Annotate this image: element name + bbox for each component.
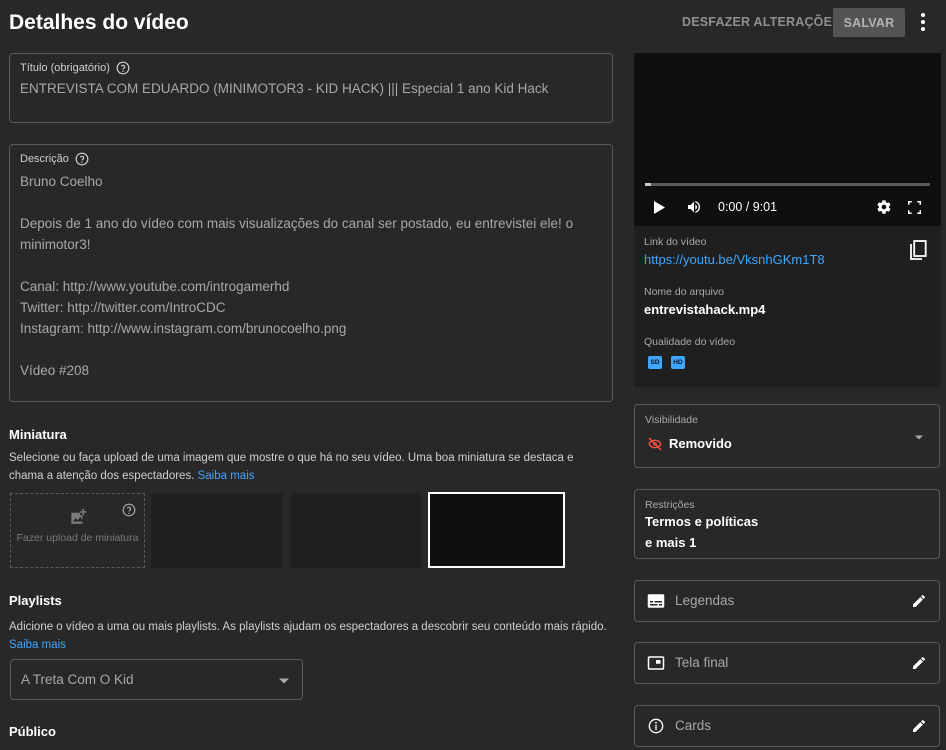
restrictions-label: Restrições: [645, 499, 695, 511]
title-field-label: Título (obrigatório): [20, 62, 110, 74]
visibility-value: Removido: [669, 436, 732, 451]
video-link-label: Link do vídeo: [644, 236, 707, 248]
add-photo-icon: [71, 508, 87, 524]
playlist-select-value: A Treta Com O Kid: [21, 672, 134, 687]
playlists-title: Playlists: [9, 593, 62, 608]
volume-icon[interactable]: [685, 199, 703, 215]
visibility-off-icon: [648, 437, 662, 451]
quality-label: Qualidade do vídeo: [644, 336, 736, 348]
subtitles-icon: [647, 594, 665, 608]
edit-pencil-icon[interactable]: [911, 593, 927, 609]
video-link[interactable]: https://youtu.be/VksnhGKm1T8: [644, 252, 825, 267]
edit-pencil-icon[interactable]: [911, 655, 927, 671]
play-icon[interactable]: [653, 201, 665, 214]
more-options-icon[interactable]: [916, 11, 930, 33]
video-info-panel: Link do vídeo https://youtu.be/VksnhGKm1…: [634, 226, 941, 387]
visibility-label: Visibilidade: [645, 414, 698, 426]
playlists-description-text: Adicione o vídeo a uma ou mais playlists…: [9, 621, 607, 633]
save-button[interactable]: SALVAR: [833, 8, 905, 37]
thumbnail-title: Miniatura: [9, 427, 67, 442]
end-screen-label: Tela final: [675, 655, 729, 670]
gear-icon[interactable]: [876, 199, 892, 215]
dropdown-arrow-icon: [915, 435, 923, 440]
help-icon[interactable]: [75, 152, 89, 166]
hd-badge: HD: [671, 356, 685, 369]
subtitles-field[interactable]: Legendas: [634, 580, 940, 622]
filename-value: entrevistahack.mp4: [644, 302, 766, 317]
thumbnail-upload-label: Fazer upload de miniatura: [16, 532, 139, 544]
help-icon[interactable]: [116, 61, 130, 75]
edit-pencil-icon[interactable]: [911, 718, 927, 734]
thumbnail-upload-button[interactable]: Fazer upload de miniatura: [10, 493, 145, 568]
thumbnail-option-1[interactable]: [151, 493, 283, 568]
visibility-select[interactable]: Visibilidade Removido: [634, 404, 940, 468]
description-input[interactable]: Bruno Coelho Depois de 1 ano do vídeo co…: [20, 171, 610, 381]
title-input[interactable]: ENTREVISTA COM EDUARDO (MINIMOTOR3 - KID…: [20, 81, 548, 96]
playlists-learn-more-link[interactable]: Saiba mais: [9, 639, 66, 651]
restrictions-line-1: Termos e políticas: [645, 514, 759, 529]
restrictions-line-2: e mais 1: [645, 535, 697, 550]
title-field[interactable]: Título (obrigatório) ENTREVISTA COM EDUA…: [9, 53, 613, 123]
header: Detalhes do vídeo DESFAZER ALTERAÇÕES SA…: [0, 0, 946, 46]
description-field-label: Descrição: [20, 153, 69, 165]
thumbnail-option-3-selected[interactable]: [428, 492, 565, 568]
info-icon: [648, 718, 664, 734]
page-title: Detalhes do vídeo: [9, 11, 189, 34]
description-field-header: Descrição: [20, 152, 89, 166]
cards-field[interactable]: Cards: [634, 705, 940, 747]
video-player[interactable]: 0:00 / 9:01: [634, 53, 941, 226]
thumbnail-description: Selecione ou faça upload de uma imagem q…: [9, 449, 609, 485]
progress-bar[interactable]: [645, 183, 930, 186]
audience-title: Público: [9, 724, 56, 739]
progress-bar-fill: [645, 183, 651, 186]
sd-badge: SD: [648, 356, 662, 369]
end-screen-icon: [647, 656, 665, 670]
restrictions-field[interactable]: Restrições Termos e políticas e mais 1: [634, 489, 940, 559]
player-time: 0:00 / 9:01: [718, 200, 778, 214]
undo-changes-button[interactable]: DESFAZER ALTERAÇÕES: [682, 15, 841, 29]
cards-label: Cards: [675, 718, 712, 733]
playlist-select[interactable]: A Treta Com O Kid: [10, 659, 303, 700]
help-icon[interactable]: [122, 503, 136, 517]
filename-label: Nome do arquivo: [644, 286, 724, 298]
playlists-description: Adicione o vídeo a uma ou mais playlists…: [9, 618, 609, 654]
title-field-header: Título (obrigatório): [20, 61, 130, 75]
thumbnail-learn-more-link[interactable]: Saiba mais: [198, 470, 255, 482]
thumbnail-option-2[interactable]: [290, 493, 422, 568]
dropdown-arrow-icon: [279, 678, 289, 684]
copy-icon[interactable]: [909, 240, 927, 261]
fullscreen-icon[interactable]: [908, 201, 921, 214]
subtitles-label: Legendas: [675, 593, 735, 608]
description-field[interactable]: Descrição Bruno Coelho Depois de 1 ano d…: [9, 144, 613, 402]
thumbnail-description-text: Selecione ou faça upload de uma imagem q…: [9, 452, 574, 482]
end-screen-field[interactable]: Tela final: [634, 642, 940, 684]
